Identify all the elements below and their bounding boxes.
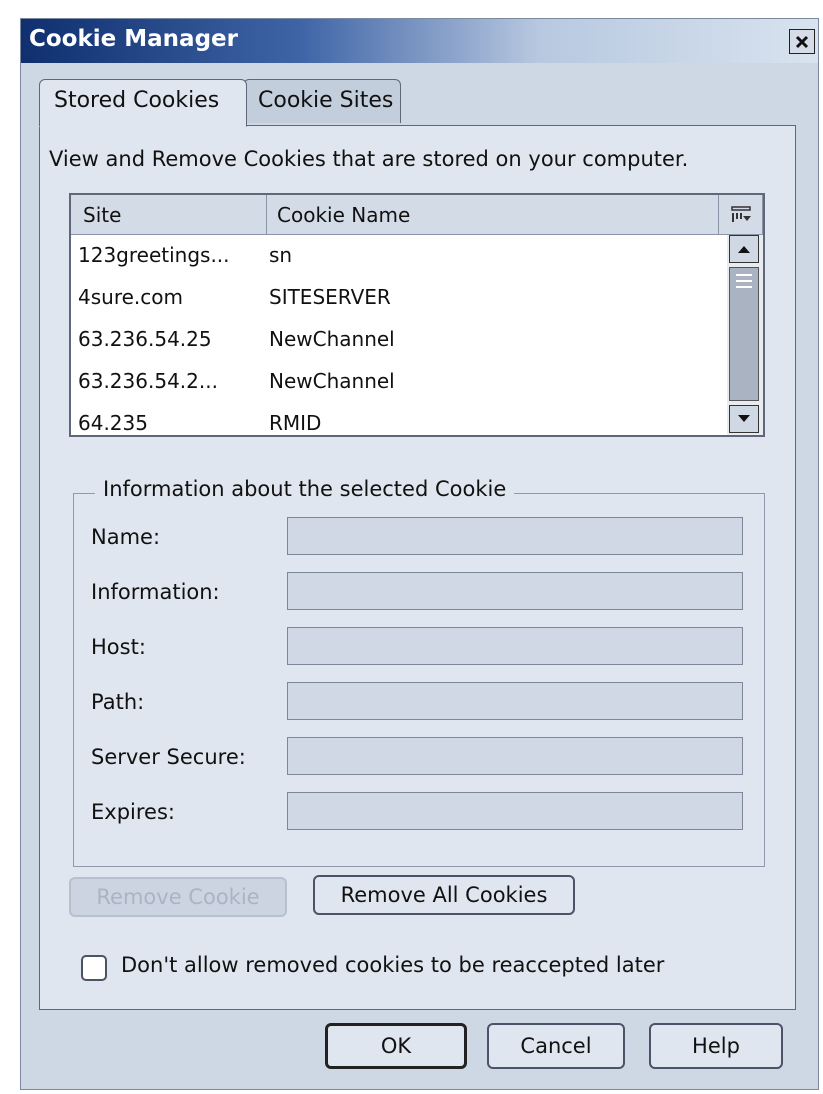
name-field[interactable] xyxy=(287,517,743,555)
help-button[interactable]: Help xyxy=(649,1023,783,1069)
column-header-site[interactable]: Site xyxy=(71,195,267,235)
cookie-info-legend: Information about the selected Cookie xyxy=(95,477,515,501)
cell-site: 4sure.com xyxy=(78,285,183,309)
list-scrollbar[interactable] xyxy=(727,235,763,435)
server-secure-field[interactable] xyxy=(287,737,743,775)
arrow-up-icon xyxy=(738,246,750,253)
information-field[interactable] xyxy=(287,572,743,610)
cell-cookie-name: sn xyxy=(269,243,293,267)
table-row[interactable]: 63.236.54.25 NewChannel xyxy=(71,319,719,361)
reaccept-checkbox-label[interactable]: Don't allow removed cookies to be reacce… xyxy=(121,953,664,977)
cell-cookie-name: NewChannel xyxy=(269,369,395,393)
path-label: Path: xyxy=(91,690,145,714)
window-title: Cookie Manager xyxy=(29,26,238,52)
close-icon xyxy=(795,35,809,48)
scroll-thumb[interactable] xyxy=(729,267,759,401)
table-row[interactable]: 123greetings... sn xyxy=(71,235,719,277)
path-field[interactable] xyxy=(287,682,743,720)
cell-site: 64.235 xyxy=(78,411,148,435)
tab-stored-cookies[interactable]: Stored Cookies xyxy=(39,79,247,127)
cell-cookie-name: NewChannel xyxy=(269,327,395,351)
cookie-list[interactable]: Site Cookie Name 123greetings... sn 4sur… xyxy=(69,193,765,437)
tab-cookie-sites[interactable]: Cookie Sites xyxy=(243,79,401,123)
name-label: Name: xyxy=(91,525,161,549)
cell-cookie-name: RMID xyxy=(269,411,322,435)
cell-site: 63.236.54.25 xyxy=(78,327,212,351)
close-button[interactable] xyxy=(789,29,815,54)
information-label: Information: xyxy=(91,580,220,604)
grip-line xyxy=(736,280,752,282)
cancel-button[interactable]: Cancel xyxy=(487,1023,625,1069)
cookie-manager-window: Cookie Manager Cookie Sites Stored Cooki… xyxy=(20,18,819,1090)
table-row[interactable]: 64.235 RMID xyxy=(71,403,719,435)
cell-site: 123greetings... xyxy=(78,243,230,267)
title-bar[interactable]: Cookie Manager xyxy=(21,19,818,63)
column-picker-button[interactable] xyxy=(719,195,763,235)
scroll-up-button[interactable] xyxy=(729,235,759,263)
host-label: Host: xyxy=(91,635,146,659)
intro-text: View and Remove Cookies that are stored … xyxy=(49,147,689,171)
server-secure-label: Server Secure: xyxy=(91,745,246,769)
column-picker-icon xyxy=(730,205,751,222)
cell-site: 63.236.54.2... xyxy=(78,369,218,393)
expires-label: Expires: xyxy=(91,800,175,824)
arrow-down-icon xyxy=(738,415,750,422)
remove-cookie-button[interactable]: Remove Cookie xyxy=(69,877,287,917)
table-row[interactable]: 63.236.54.2... NewChannel xyxy=(71,361,719,403)
column-header-cookie-name[interactable]: Cookie Name xyxy=(267,195,719,235)
remove-all-cookies-button[interactable]: Remove All Cookies xyxy=(313,875,575,915)
grip-line xyxy=(736,274,752,276)
ok-button[interactable]: OK xyxy=(325,1023,467,1069)
expires-field[interactable] xyxy=(287,792,743,830)
reaccept-checkbox[interactable] xyxy=(81,955,107,981)
grip-line xyxy=(736,286,752,288)
table-row[interactable]: 4sure.com SITESERVER xyxy=(71,277,719,319)
scroll-down-button[interactable] xyxy=(729,405,759,433)
host-field[interactable] xyxy=(287,627,743,665)
cell-cookie-name: SITESERVER xyxy=(269,285,391,309)
